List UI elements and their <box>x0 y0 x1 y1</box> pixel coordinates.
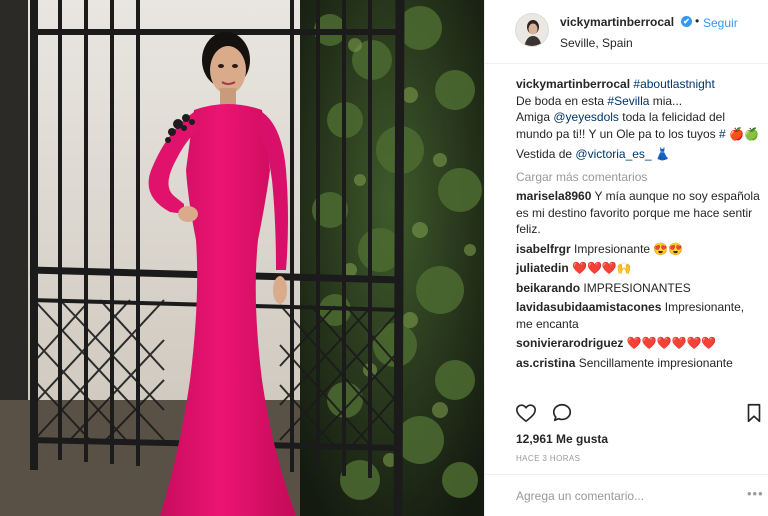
caption-mention-victoria-es[interactable]: @victoria_es_ <box>575 147 651 161</box>
post-header: vickymartinberrocal ✔ • Seguir Seville, … <box>485 0 768 64</box>
avatar-image <box>516 14 548 46</box>
likes-count[interactable]: 12,961 Me gusta <box>516 432 608 446</box>
comment-text: Impresionante 😍😍 <box>574 241 684 256</box>
comment-username[interactable]: beikarando <box>516 281 580 295</box>
add-comment-input[interactable] <box>516 487 726 505</box>
comment: isabelfrgr Impresionante 😍😍 <box>516 241 762 258</box>
caption-author[interactable]: vickymartinberrocal <box>516 77 630 91</box>
caption-hashtag[interactable]: # <box>719 127 726 141</box>
caption-text: De boda en esta <box>516 93 608 108</box>
comment-username[interactable]: sonivierarodriguez <box>516 336 623 350</box>
comment: sonivierarodriguez ❤️❤️❤️❤️❤️❤️ <box>516 335 762 352</box>
comment-username[interactable]: as.cristina <box>516 356 575 370</box>
comment-text: Sencillamente impresionante <box>578 355 733 370</box>
comment-username[interactable]: lavidasubidaamistacones <box>516 300 661 314</box>
comment-text: ❤️❤️❤️🙌 <box>572 261 632 275</box>
comment-username[interactable]: marisela8960 <box>516 189 591 203</box>
caption-hashtag-aboutlastnight[interactable]: #aboutlastnight <box>633 77 714 91</box>
caption-mention-yeyesdols[interactable]: @yeyesdols <box>553 110 619 124</box>
post-photo[interactable] <box>0 0 484 516</box>
comment-username[interactable]: isabelfrgr <box>516 242 571 256</box>
follow-button[interactable]: Seguir <box>703 16 738 30</box>
comment: lavidasubidaamistacones Impresionante, m… <box>516 299 762 332</box>
comment: beikarando IMPRESIONANTES <box>516 280 762 297</box>
post-location[interactable]: Seville, Spain <box>560 36 633 50</box>
caption-hashtag-sevilla[interactable]: #Sevilla <box>607 94 649 108</box>
comment: marisela8960 Y mía aunque no soy español… <box>516 188 762 238</box>
bookmark-icon[interactable] <box>743 402 765 424</box>
verified-badge-icon: ✔ <box>681 16 692 27</box>
more-options-icon[interactable]: ••• <box>747 487 764 500</box>
post-author-username[interactable]: vickymartinberrocal <box>560 15 674 29</box>
avatar[interactable] <box>515 13 549 47</box>
caption-text: Vestida de <box>516 147 576 161</box>
add-comment-bar: ••• <box>485 474 768 516</box>
caption-text: Amiga <box>516 110 554 124</box>
instagram-post: vickymartinberrocal ✔ • Seguir Seville, … <box>0 0 768 516</box>
caption-text: mia... <box>649 93 683 108</box>
post-actions-bar <box>485 396 768 430</box>
post-details-panel: vickymartinberrocal ✔ • Seguir Seville, … <box>484 0 768 516</box>
comment: as.cristina Sencillamente impresionante <box>516 355 762 372</box>
comment-bubble-icon[interactable] <box>551 402 573 424</box>
post-caption: vickymartinberrocal #aboutlastnight De b… <box>516 76 762 163</box>
load-more-comments-button[interactable]: Cargar más comentarios <box>516 169 762 186</box>
like-heart-icon[interactable] <box>515 402 537 424</box>
dress-emoji-icon: 👗 <box>654 147 670 161</box>
comments-list: vickymartinberrocal #aboutlastnight De b… <box>516 76 762 371</box>
comment-text: IMPRESIONANTES <box>583 280 691 295</box>
post-image <box>0 0 484 516</box>
post-timestamp[interactable]: HACE 3 HORAS <box>516 454 580 463</box>
comment-text: ❤️❤️❤️❤️❤️❤️ <box>626 336 717 350</box>
comment: juliatedin ❤️❤️❤️🙌 <box>516 260 762 277</box>
comment-username[interactable]: juliatedin <box>516 261 569 275</box>
caption-emoji: 🍎🍏 <box>729 126 759 141</box>
separator-dot: • <box>695 14 700 28</box>
